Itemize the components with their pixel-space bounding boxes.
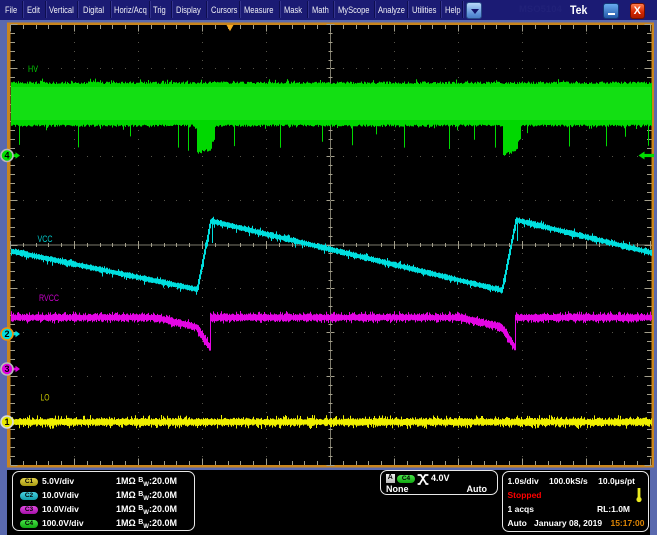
svg-text:RVCC: RVCC — [39, 293, 59, 303]
svg-text:HV: HV — [28, 64, 38, 74]
svg-text:1: 1 — [4, 417, 9, 427]
svg-text:VCC: VCC — [38, 234, 53, 244]
svg-text:3: 3 — [4, 364, 9, 374]
svg-text:LO: LO — [41, 393, 50, 403]
svg-text:4: 4 — [4, 151, 9, 161]
svg-text:2: 2 — [4, 329, 9, 339]
